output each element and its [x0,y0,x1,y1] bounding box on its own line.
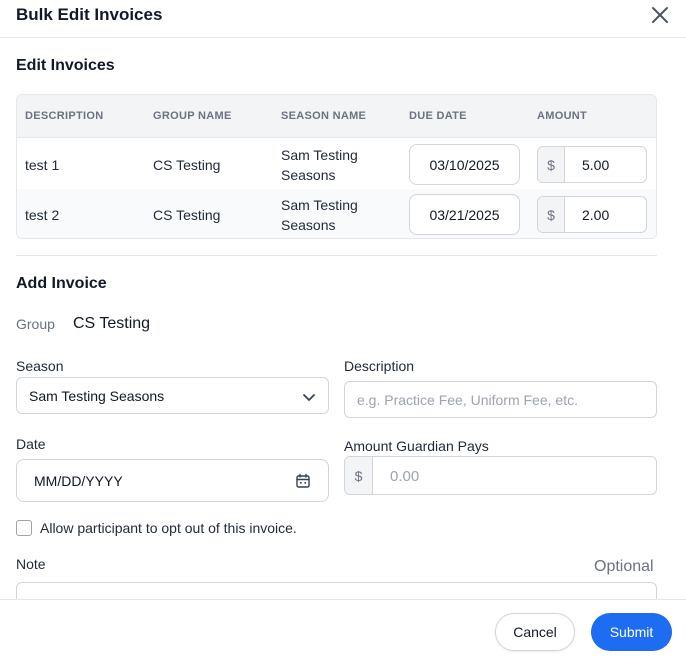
add-invoice-title: Add Invoice [16,275,107,292]
table-row: test 1 CS Testing Sam Testing Seasons 03… [17,139,656,189]
invoices-table: DESCRIPTION GROUP NAME SEASON NAME DUE D… [16,94,657,239]
season-select[interactable]: Sam Testing Seasons [16,377,329,414]
amount-placeholder: 0.00 [390,468,420,485]
currency-prefix: $ [538,197,565,232]
row-season: Sam Testing Seasons [281,197,358,233]
row-description: test 2 [25,207,60,223]
amount-value: 5.00 [582,157,610,173]
table-header: DESCRIPTION GROUP NAME SEASON NAME DUE D… [17,95,656,138]
dialog-footer: Cancel Submit [0,599,686,663]
row-group: CS Testing [153,157,221,173]
submit-button[interactable]: Submit [591,613,672,651]
opt-out-label[interactable]: Allow participant to opt out of this inv… [40,520,297,536]
due-date-input[interactable]: 03/21/2025 [409,194,520,235]
row-season: Sam Testing Seasons [281,147,358,183]
description-placeholder: e.g. Practice Fee, Uniform Fee, etc. [357,392,578,408]
description-input[interactable]: e.g. Practice Fee, Uniform Fee, etc. [344,381,657,418]
amount-input[interactable]: $ 2.00 [537,196,647,233]
date-placeholder: MM/DD/YYYY [34,473,123,489]
cancel-button[interactable]: Cancel [495,613,575,651]
amount-guardian-pays-input[interactable]: $ 0.00 [344,456,657,495]
row-description: test 1 [25,157,60,173]
row-group: CS Testing [153,207,221,223]
date-label: Date [16,436,46,452]
note-label: Note [16,556,46,572]
section-divider [16,255,657,256]
season-label: Season [16,358,64,374]
season-selected-value: Sam Testing Seasons [29,388,165,404]
calendar-icon[interactable] [295,473,311,489]
column-header-amount: AMOUNT [537,110,588,122]
opt-out-checkbox[interactable] [16,520,32,536]
description-label: Description [344,358,415,374]
note-optional-hint: Optional [594,558,654,575]
date-input[interactable]: MM/DD/YYYY [16,459,329,502]
group-value: CS Testing [73,315,151,332]
currency-prefix: $ [345,457,373,494]
column-header-season-name: SEASON NAME [281,110,367,122]
due-date-input[interactable]: 03/10/2025 [409,144,520,185]
edit-invoices-title: Edit Invoices [16,57,115,74]
dialog-title: Bulk Edit Invoices [16,5,163,24]
chevron-down-icon [303,394,315,401]
dialog-header: Bulk Edit Invoices [0,0,686,38]
amount-value: 2.00 [582,207,610,223]
currency-prefix: $ [538,147,565,182]
table-row: test 2 CS Testing Sam Testing Seasons 03… [17,189,656,238]
amount-input[interactable]: $ 5.00 [537,146,647,183]
close-icon[interactable] [650,5,670,25]
amount-guardian-pays-label: Amount Guardian Pays [344,438,489,454]
column-header-group-name: GROUP NAME [153,110,232,122]
group-label: Group [16,316,55,332]
column-header-description: DESCRIPTION [25,110,104,122]
column-header-due-date: DUE DATE [409,110,467,122]
